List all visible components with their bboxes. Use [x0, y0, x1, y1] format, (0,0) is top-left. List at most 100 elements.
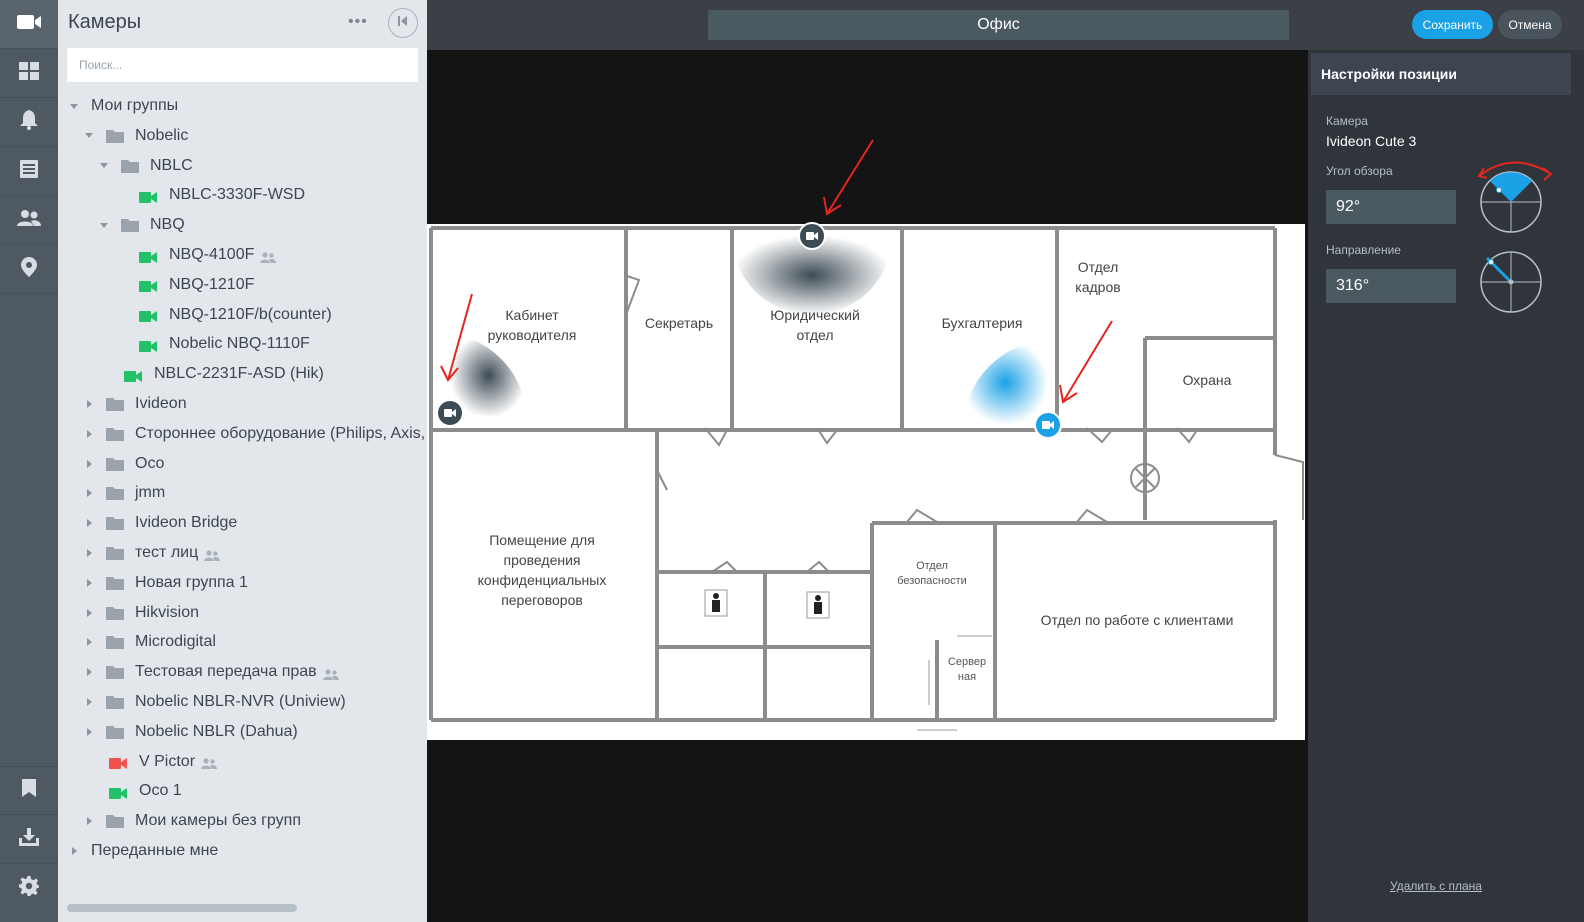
tree-item-label: Oco 1 [139, 782, 182, 800]
camera-status-icon [139, 190, 157, 203]
tree-folder-item[interactable]: jmm [58, 478, 165, 508]
top-bar: Офис Сохранить Отмена [427, 0, 1584, 50]
chevron-right-icon[interactable] [84, 459, 94, 469]
folder-icon [106, 457, 124, 471]
chevron-right-icon[interactable] [84, 727, 94, 737]
tree-item-label: NBLC-2231F-ASD (Hik) [154, 365, 324, 383]
folder-icon [106, 635, 124, 650]
chevron-right-icon[interactable] [84, 488, 94, 498]
more-options-button[interactable]: ••• [348, 13, 368, 31]
tree-camera-item[interactable]: NBQ-4100F [58, 240, 277, 270]
nav-users[interactable] [0, 196, 58, 245]
tree-camera-item[interactable]: NBQ-1210F/b(counter) [58, 300, 332, 330]
tree-item-label: NBQ-1210F/b(counter) [169, 305, 332, 323]
chevron-right-icon[interactable] [84, 667, 94, 677]
nav-bookmarks[interactable] [0, 766, 58, 815]
floor-plan-canvas[interactable]: Кабинет руководителя Секретарь Юридически… [427, 50, 1308, 922]
search-input[interactable] [67, 48, 418, 82]
tree-camera-item[interactable]: Nobelic NBQ-1110F [58, 329, 310, 359]
tree-folder-item[interactable]: NBQ [58, 210, 185, 240]
direction-input[interactable]: 316° [1326, 269, 1456, 303]
tree-folder-item[interactable]: Hikvision [58, 598, 199, 628]
chevron-right-icon[interactable] [84, 637, 94, 647]
camera-marker-accounting-selected[interactable] [1034, 411, 1062, 439]
chevron-right-icon[interactable] [84, 429, 94, 439]
tree-item-label: Nobelic NBLR-NVR (Uniview) [135, 693, 346, 710]
room-label-security: Охрана [1182, 372, 1232, 388]
nav-cameras[interactable] [0, 0, 58, 49]
settings-title: Настройки позиции [1311, 53, 1571, 95]
folder-icon [106, 486, 124, 501]
tree-folder-item[interactable]: Мои камеры без групп [58, 806, 301, 836]
tree-camera-item[interactable]: NBQ-1210F [58, 270, 254, 300]
horizontal-scrollbar[interactable] [67, 904, 297, 912]
tree-item-label: Nobelic NBLR (Dahua) [135, 722, 298, 740]
folder-icon [121, 159, 139, 173]
tree-camera-item[interactable]: NBLC-3330F-WSD [58, 180, 305, 210]
tree-item-label: NBLC [150, 156, 193, 174]
nav-notifications[interactable] [0, 98, 58, 147]
chevron-right-icon[interactable] [69, 846, 79, 856]
tree-folder-item[interactable]: Ivideon Bridge [58, 508, 237, 538]
chevron-right-icon[interactable] [84, 697, 94, 707]
direction-dial[interactable] [1473, 246, 1555, 318]
tree-root-item[interactable]: Переданные мне [58, 836, 218, 866]
camera-marker-director[interactable] [436, 399, 464, 427]
nav-map[interactable] [0, 245, 58, 294]
angle-label: Угол обзора [1326, 164, 1393, 178]
tree-item-label: Стороннее оборудование (Philips, Axis, [135, 424, 426, 442]
angle-input[interactable]: 92° [1326, 190, 1456, 224]
tree-folder-item[interactable]: Новая группа 1 [58, 568, 248, 598]
tree-root-item[interactable]: Мои группы [58, 91, 178, 121]
room-label-accounting: Бухгалтерия [941, 315, 1023, 331]
plan-name-field[interactable]: Офис [708, 10, 1289, 40]
nav-downloads[interactable] [0, 815, 58, 864]
tree-folder-item[interactable]: Microdigital [58, 627, 216, 657]
tree-item-label: NBLC-3330F-WSD [169, 186, 306, 204]
direction-label: Направление [1326, 243, 1401, 257]
chevron-right-icon[interactable] [84, 608, 94, 618]
chevron-right-icon[interactable] [84, 518, 94, 528]
nav-settings[interactable] [0, 864, 58, 913]
folder-icon [106, 606, 124, 620]
tree-folder-item[interactable]: Nobelic NBLR (Dahua) [58, 717, 298, 747]
chevron-right-icon[interactable] [84, 578, 94, 588]
camera-value: Ivideon Cute 3 [1326, 133, 1417, 149]
camera-status-icon [124, 369, 142, 382]
angle-dial[interactable] [1473, 156, 1555, 236]
tree-folder-item[interactable]: Ivideon [58, 389, 187, 419]
chevron-right-icon[interactable] [84, 399, 94, 409]
camera-marker-legal[interactable] [798, 222, 826, 250]
tree-camera-item[interactable]: V Pictor [58, 747, 218, 777]
tree-folder-item[interactable]: NBLC [58, 151, 193, 181]
room-label-hr: Отдел кадров [1075, 259, 1121, 295]
cameras-panel: Камеры ••• Мои группы Nobelic NBLC NBLC-333… [58, 0, 427, 922]
list-icon [20, 159, 38, 183]
shared-users-icon [201, 756, 218, 770]
nav-dashboard[interactable] [0, 49, 58, 98]
tree-folder-item[interactable]: Стороннее оборудование (Philips, Axis, [58, 419, 425, 449]
tree-folder-item[interactable]: Тестовая передача прав [58, 657, 339, 687]
tree-folder-item[interactable]: тест лиц [58, 538, 221, 568]
save-button[interactable]: Сохранить [1412, 10, 1493, 39]
tree-item-label: Переданные мне [91, 842, 219, 859]
folder-icon [106, 814, 124, 829]
collapse-panel-button[interactable] [388, 8, 418, 38]
remove-from-plan-link[interactable]: Удалить с плана [1390, 879, 1482, 893]
nav-events[interactable] [0, 147, 58, 196]
chevron-down-icon[interactable] [69, 101, 79, 111]
camera-icon [806, 227, 818, 245]
tree-folder-item[interactable]: Nobelic [58, 121, 188, 151]
chevron-down-icon[interactable] [99, 220, 109, 230]
cancel-button[interactable]: Отмена [1498, 10, 1562, 39]
position-settings-panel: Настройки позиции Камера Ivideon Cute 3 … [1308, 50, 1584, 922]
camera-status-icon [139, 309, 157, 323]
tree-folder-item[interactable]: Nobelic NBLR-NVR (Uniview) [58, 687, 346, 717]
chevron-right-icon[interactable] [84, 548, 94, 558]
chevron-down-icon[interactable] [99, 161, 109, 171]
chevron-down-icon[interactable] [84, 131, 94, 141]
chevron-right-icon[interactable] [84, 816, 94, 826]
tree-camera-item[interactable]: NBLC-2231F-ASD (Hik) [58, 359, 324, 389]
tree-folder-item[interactable]: Oco [58, 449, 164, 479]
tree-camera-item[interactable]: Oco 1 [58, 776, 182, 806]
